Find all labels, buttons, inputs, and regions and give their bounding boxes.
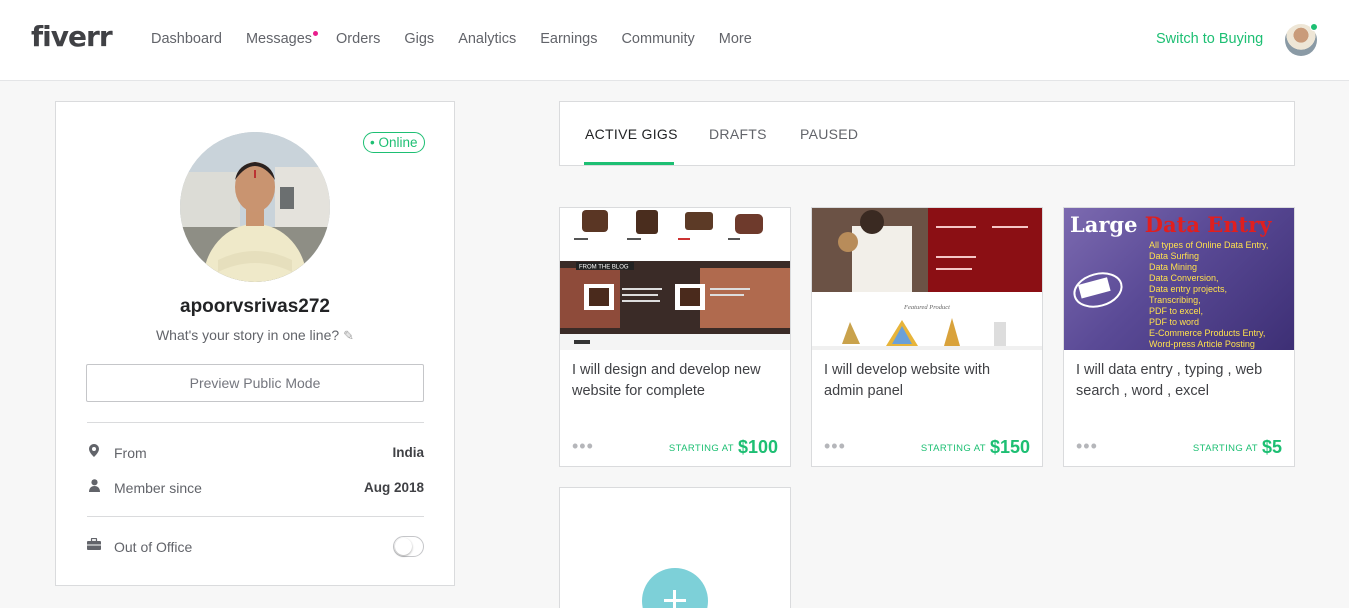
gig-title[interactable]: I will design and develop new website fo…	[572, 360, 778, 402]
nav-earnings[interactable]: Earnings	[540, 31, 597, 47]
fiverr-logo[interactable]: fiverr	[31, 20, 113, 53]
service-line: PDF to word	[1149, 317, 1200, 327]
data-entry-title-2: Data Entry	[1144, 212, 1272, 237]
service-line: E-Commerce Products Entry,	[1149, 328, 1266, 338]
out-of-office-label: Out of Office	[114, 539, 193, 555]
edit-pencil-icon[interactable]: ✎	[343, 328, 354, 344]
gig-more-options-icon[interactable]: •••	[572, 437, 594, 455]
nav-analytics[interactable]: Analytics	[458, 31, 516, 47]
profile-username: apoorvsrivas272	[180, 296, 330, 317]
leather-shop-website-thumbnail: FROM THE BLOG	[560, 208, 790, 350]
nav-orders[interactable]: Orders	[336, 31, 380, 47]
profile-photo[interactable]	[180, 132, 330, 282]
gig-more-options-icon[interactable]: •••	[824, 437, 846, 455]
gig-card[interactable]: FROM THE BLOG I will design and develop …	[559, 207, 791, 467]
gig-thumbnail: FROM THE BLOG	[560, 208, 790, 350]
main-nav: Dashboard Messages Orders Gigs Analytics…	[151, 31, 776, 47]
member-since-value: Aug 2018	[363, 480, 424, 495]
gig-price: STARTING AT $150	[921, 437, 1030, 458]
active-tab-indicator	[584, 162, 674, 165]
service-line: PDF to excel,	[1149, 306, 1204, 316]
service-line: Transcribing,	[1149, 295, 1201, 305]
out-of-office-toggle[interactable]	[393, 536, 424, 557]
gig-price: STARTING AT $100	[669, 437, 778, 458]
profile-photo-image	[180, 132, 330, 282]
gig-title[interactable]: I will data entry , typing , web search …	[1076, 360, 1282, 402]
starting-at-label: STARTING AT	[1192, 443, 1258, 454]
starting-at-label: STARTING AT	[668, 443, 734, 454]
service-line: Data Surfing	[1149, 251, 1200, 261]
from-value: India	[392, 445, 424, 460]
out-of-office-row: Out of Office	[87, 536, 424, 558]
service-line: All types of Online Data Entry,	[1149, 240, 1269, 250]
profile-tagline[interactable]: What's your story in one line? ✎	[56, 327, 454, 344]
admin-panel-website-thumbnail: Featured Product	[812, 208, 1042, 350]
nav-messages-label: Messages	[245, 31, 313, 47]
switch-to-buying-link[interactable]: Switch to Buying	[1156, 31, 1263, 47]
gig-price: STARTING AT $5	[1193, 437, 1282, 458]
service-line: Word-press Article Posting	[1149, 339, 1255, 349]
gig-price-value: $150	[989, 437, 1030, 457]
data-entry-title-1: Large	[1070, 212, 1138, 237]
user-icon	[87, 479, 101, 495]
user-avatar[interactable]	[1285, 23, 1318, 56]
service-line: Data Mining	[1149, 262, 1198, 272]
member-since-label: Member since	[114, 480, 202, 496]
top-navigation-bar: fiverr Dashboard Messages Orders Gigs An…	[0, 0, 1349, 81]
from-row: From India	[87, 444, 424, 464]
profile-divider	[87, 422, 424, 423]
gig-thumbnail: Featured Product	[812, 208, 1042, 350]
profile-card: • Online apoorvsrivas272 What's your sto…	[55, 101, 455, 586]
featured-product-label: Featured Product	[903, 304, 950, 311]
data-entry-heading: Large Data Entry	[1070, 212, 1271, 237]
nav-messages[interactable]: Messages	[245, 31, 319, 47]
unread-messages-dot	[313, 31, 319, 36]
gig-status-tabs: ACTIVE GIGS DRAFTS PAUSED	[559, 101, 1295, 166]
tab-paused[interactable]: PAUSED	[800, 126, 858, 142]
from-label: From	[114, 445, 147, 461]
data-entry-services-list: All types of Online Data Entry, Data Sur…	[1149, 240, 1268, 350]
tagline-text: What's your story in one line?	[155, 327, 340, 343]
service-line: Data entry projects,	[1149, 284, 1228, 294]
online-status-dot	[1310, 23, 1318, 31]
location-pin-icon	[87, 444, 101, 460]
gig-thumbnail: Large Data Entry All types of Online Dat…	[1064, 208, 1294, 350]
create-new-gig-card[interactable]	[559, 487, 791, 608]
preview-public-mode-button[interactable]: Preview Public Mode	[86, 364, 424, 402]
satisfaction-stamp-icon	[1073, 272, 1123, 308]
briefcase-icon	[87, 537, 101, 553]
gig-title[interactable]: I will develop website with admin panel	[824, 360, 1030, 402]
online-status-badge: • Online	[363, 132, 425, 153]
add-gig-plus-icon[interactable]	[642, 568, 708, 608]
tab-drafts[interactable]: DRAFTS	[709, 126, 767, 142]
gig-price-value: $100	[737, 437, 778, 457]
profile-divider-2	[87, 516, 424, 517]
gig-card[interactable]: Featured Product I will develop website …	[811, 207, 1043, 467]
starting-at-label: STARTING AT	[920, 443, 986, 454]
blog-label: FROM THE BLOG	[579, 265, 629, 271]
toggle-knob	[395, 538, 412, 555]
tab-active-gigs[interactable]: ACTIVE GIGS	[585, 126, 678, 142]
nav-more[interactable]: More	[719, 31, 752, 47]
gig-more-options-icon[interactable]: •••	[1076, 437, 1098, 455]
nav-community[interactable]: Community	[621, 31, 694, 47]
nav-gigs[interactable]: Gigs	[404, 31, 434, 47]
member-since-row: Member since Aug 2018	[87, 479, 424, 499]
gig-card[interactable]: Large Data Entry All types of Online Dat…	[1063, 207, 1295, 467]
service-line: Data Conversion,	[1149, 273, 1219, 283]
gig-price-value: $5	[1261, 437, 1282, 457]
nav-dashboard[interactable]: Dashboard	[151, 31, 222, 47]
